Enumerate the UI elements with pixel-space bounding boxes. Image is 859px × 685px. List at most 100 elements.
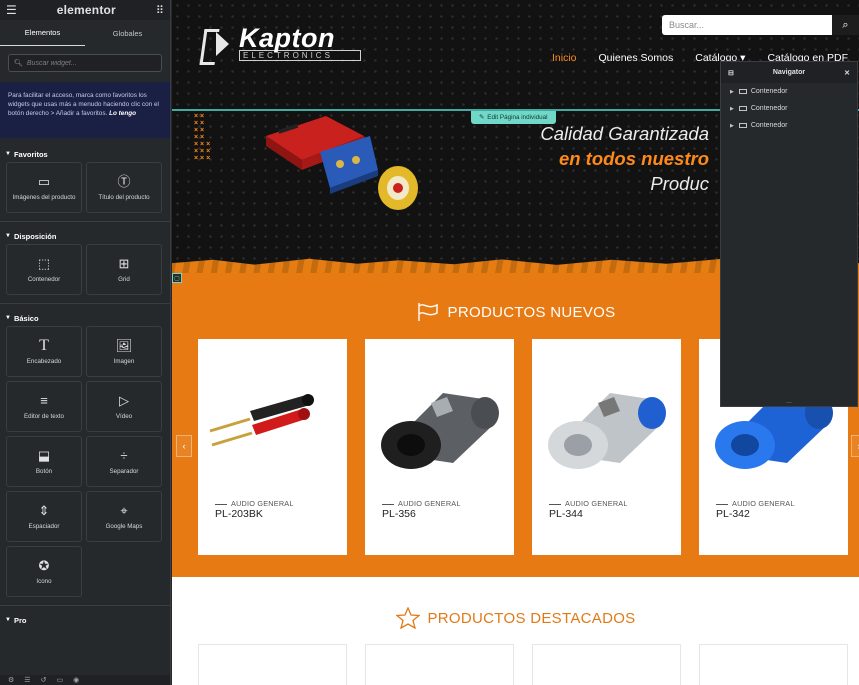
widget-google-maps[interactable]: ⌖ Google Maps bbox=[86, 491, 162, 542]
caret-right-icon: ▶ bbox=[730, 105, 734, 112]
widget-label: Vídeo bbox=[115, 413, 133, 420]
nav-quienes-somos[interactable]: Quienes Somos bbox=[599, 52, 674, 64]
widget-text-editor[interactable]: ≡ Editor de texto bbox=[6, 381, 82, 432]
container-icon bbox=[738, 106, 747, 111]
site-search-box bbox=[662, 15, 832, 35]
kapton-logo-icon bbox=[200, 27, 234, 61]
widget-label: Editor de texto bbox=[24, 413, 64, 420]
product-name: PL-203BK bbox=[215, 508, 263, 520]
divider bbox=[0, 605, 170, 606]
tab-globales[interactable]: Globales bbox=[85, 20, 170, 46]
navigator-item-label: Contenedor bbox=[750, 105, 788, 112]
product-name: PL-342 bbox=[716, 508, 750, 520]
product-card[interactable] bbox=[198, 644, 347, 685]
product-card[interactable]: AUDIO GENERAL PL-203BK bbox=[198, 339, 347, 555]
widget-product-images[interactable]: ▭ Imágenes del producto bbox=[6, 162, 82, 213]
widget-label: Google Maps bbox=[105, 523, 143, 530]
container-icon bbox=[738, 89, 747, 94]
panel-footer: ⚙ ☰ ↺ ▭ ◉ bbox=[0, 675, 170, 685]
widget-product-title[interactable]: Ⓣ Título del producto bbox=[86, 162, 162, 213]
widget-label: Encabezado bbox=[26, 358, 62, 365]
product-image bbox=[381, 393, 499, 469]
widget-container[interactable]: ⬚ Contenedor bbox=[6, 244, 82, 295]
category-title: Pro bbox=[13, 615, 27, 625]
widget-label: Separador bbox=[109, 468, 139, 475]
widget-label: Título del producto bbox=[98, 194, 150, 201]
elementor-logo: elementor bbox=[56, 3, 116, 17]
hero-product-image bbox=[266, 116, 418, 210]
hamburger-menu-icon[interactable]: ☰ bbox=[6, 4, 17, 16]
widget-icon[interactable]: ✪ Icono bbox=[6, 546, 82, 597]
notice-dismiss-link[interactable]: Lo tengo bbox=[109, 110, 136, 117]
widget-button[interactable]: ⬓ Botón bbox=[6, 436, 82, 487]
tab-elementos[interactable]: Elementos bbox=[0, 20, 85, 46]
category-favoritos[interactable]: ▼ Favoritos bbox=[0, 146, 170, 162]
divider-icon: ÷ bbox=[120, 448, 128, 463]
responsive-icon[interactable]: ▭ bbox=[56, 676, 63, 684]
widget-spacer[interactable]: ⇕ Espaciador bbox=[6, 491, 82, 542]
product-image bbox=[209, 394, 314, 447]
image-icon: 🖼︎ bbox=[115, 338, 133, 353]
site-search-input[interactable] bbox=[669, 20, 819, 30]
widget-image[interactable]: 🖼︎ Imagen bbox=[86, 326, 162, 377]
settings-icon[interactable]: ⚙ bbox=[8, 676, 14, 684]
chevron-down-icon: ▼ bbox=[5, 151, 11, 157]
caret-right-icon: ▶ bbox=[730, 88, 734, 95]
history-icon[interactable]: ↺ bbox=[41, 676, 47, 684]
spacer-icon: ⇕ bbox=[38, 503, 50, 518]
navigator-title: Navigator bbox=[772, 69, 806, 76]
category-disposicion[interactable]: ▼ Disposición bbox=[0, 228, 170, 244]
navigator-item[interactable]: ▶ Contenedor bbox=[721, 83, 857, 100]
text-editor-icon: ≡ bbox=[40, 393, 48, 408]
widget-heading[interactable]: T Encabezado bbox=[6, 326, 82, 377]
close-icon[interactable]: ✕ bbox=[844, 69, 850, 77]
edit-template-tab[interactable]: ✎ Edit Página individual bbox=[471, 111, 556, 124]
brand-name: Kapton bbox=[239, 23, 335, 53]
collapse-all-icon[interactable]: ⊟ bbox=[728, 69, 734, 77]
product-card[interactable] bbox=[699, 644, 848, 685]
pencil-icon: ✎ bbox=[479, 114, 485, 121]
product-card[interactable] bbox=[532, 644, 681, 685]
divider bbox=[0, 303, 170, 304]
panel-header: ☰ elementor ⠿ bbox=[0, 0, 170, 20]
navigator-item-label: Contenedor bbox=[750, 122, 788, 129]
chevron-left-icon: ‹ bbox=[182, 441, 186, 451]
site-search-button[interactable]: ⌕ bbox=[832, 15, 859, 35]
product-images-icon: ▭ bbox=[37, 174, 51, 189]
category-basico[interactable]: ▼ Básico bbox=[0, 310, 170, 326]
navigator-icon[interactable]: ☰ bbox=[24, 676, 30, 684]
carousel-next-button[interactable]: › bbox=[851, 435, 859, 457]
nav-inicio[interactable]: Inicio bbox=[552, 52, 577, 64]
widget-search-box: 🔍︎ bbox=[8, 54, 162, 72]
widget-search-input[interactable] bbox=[26, 59, 156, 67]
divider bbox=[0, 221, 170, 222]
navigator-header[interactable]: ⊟ Navigator ✕ bbox=[721, 62, 857, 83]
chevron-down-icon: ▼ bbox=[5, 315, 11, 321]
star-outline-icon bbox=[395, 607, 420, 629]
decorative-x-pattern: × × × × × × × × × × × × × × × × × bbox=[194, 113, 211, 162]
flag-icon bbox=[417, 303, 438, 321]
category-title: Básico bbox=[13, 313, 39, 323]
widget-label: Grid bbox=[118, 276, 130, 283]
section-handle[interactable]: ▢ bbox=[172, 273, 182, 283]
widget-grid[interactable]: ⊞ Grid bbox=[86, 244, 162, 295]
product-category: AUDIO GENERAL bbox=[382, 499, 461, 508]
widget-divider[interactable]: ÷ Separador bbox=[86, 436, 162, 487]
site-logo[interactable]: Kapton ELECTRONICS bbox=[200, 23, 361, 61]
navigator-item[interactable]: ▶ Contenedor bbox=[721, 117, 857, 134]
product-card[interactable]: AUDIO GENERAL PL-344 bbox=[532, 339, 681, 555]
widgets-grid-icon[interactable]: ⠿ bbox=[156, 4, 164, 17]
widget-label: Icono bbox=[36, 578, 52, 585]
navigator-resize-handle[interactable]: … bbox=[721, 399, 857, 406]
product-card[interactable] bbox=[365, 644, 514, 685]
caret-right-icon: ▶ bbox=[730, 122, 734, 129]
category-pro[interactable]: ▼ Pro bbox=[0, 612, 170, 628]
hero-line-2: en todos nuestro bbox=[558, 148, 709, 169]
widget-video[interactable]: ▷ Vídeo bbox=[86, 381, 162, 432]
container-icon: ⬚ bbox=[37, 256, 51, 271]
carousel-prev-button[interactable]: ‹ bbox=[176, 435, 192, 457]
featured-products-section[interactable]: PRODUCTOS DESTACADOS bbox=[172, 577, 859, 685]
navigator-item[interactable]: ▶ Contenedor bbox=[721, 100, 857, 117]
product-card[interactable]: AUDIO GENERAL PL-356 bbox=[365, 339, 514, 555]
preview-icon[interactable]: ◉ bbox=[73, 676, 79, 684]
